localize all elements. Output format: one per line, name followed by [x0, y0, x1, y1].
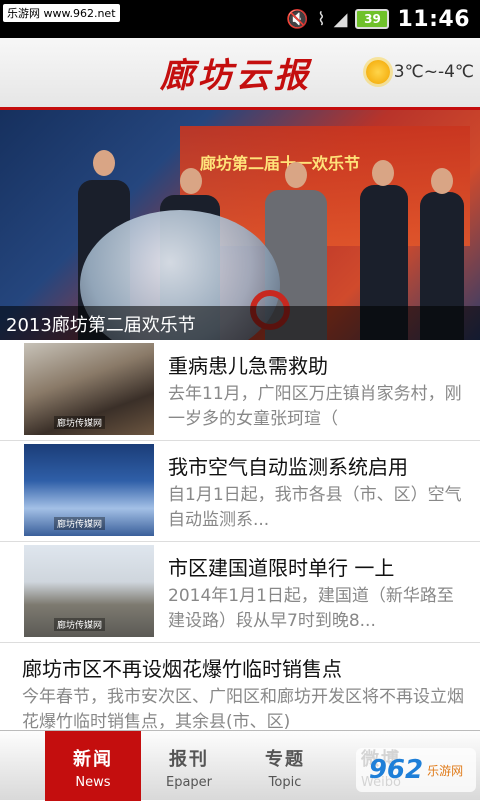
news-summary: 自1月1日起，我市各县（市、区）空气自动监测系... — [168, 485, 462, 530]
status-icons: 🔇 ⌇ ◢ 39 11:46 — [286, 5, 470, 33]
tab-label-cn: 报刊 — [169, 749, 209, 770]
thumbnail-watermark: 廊坊传媒网 — [54, 618, 106, 631]
hero-person-head — [372, 160, 394, 186]
sun-icon — [365, 60, 390, 84]
status-bar: 乐游网 www.962.net 🔇 ⌇ ◢ 39 11:46 — [0, 0, 480, 38]
site-watermark: 962 乐游网 — [356, 748, 476, 792]
news-summary: 2014年1月1日起，建国道（新华路至建设路）段从早7时到晚8... — [168, 586, 454, 631]
news-summary: 今年春节，我市安次区、广阳区和廊坊开发区将不再设立烟花爆竹临时销售点，其余县(市… — [22, 687, 464, 730]
list-item[interactable]: 廊坊传媒网 重病患儿急需救助 去年11月，广阳区万庄镇肖家务村，刚一岁多的女童张… — [0, 340, 480, 441]
watermark-sub: 乐游网 — [427, 763, 464, 778]
list-item[interactable]: 廊坊市区不再设烟花爆竹临时销售点 今年春节，我市安次区、广阳区和廊坊开发区将不再… — [0, 643, 480, 730]
mute-icon: 🔇 — [286, 8, 309, 30]
hero-person-head — [180, 168, 202, 194]
news-title: 重病患儿急需救助 — [168, 354, 328, 378]
tab-label-en: Epaper — [165, 775, 213, 790]
news-title: 市区建国道限时单行 一上 — [168, 556, 395, 580]
news-thumbnail: 廊坊传媒网 — [24, 343, 154, 435]
signal-icon: ◢ — [333, 8, 348, 30]
thumbnail-watermark: 廊坊传媒网 — [54, 517, 106, 530]
news-list: 廊坊传媒网 重病患儿急需救助 去年11月，广阳区万庄镇肖家务村，刚一岁多的女童张… — [0, 340, 480, 730]
news-summary: 去年11月，广阳区万庄镇肖家务村，刚一岁多的女童张珂瑄（ — [168, 384, 462, 429]
thumbnail-watermark: 廊坊传媒网 — [54, 416, 106, 429]
temperature-label: 3℃~-4℃ — [393, 62, 474, 82]
app-header: 廊坊云报 3℃~-4℃ — [0, 38, 480, 110]
hero-person-head — [93, 150, 115, 176]
clock: 11:46 — [397, 6, 470, 32]
watermark-label: 乐游网 www.962.net — [3, 4, 120, 22]
tab-label-cn: 专题 — [265, 749, 305, 770]
hero-person-head — [431, 168, 453, 194]
hero-caption: 2013廊坊第二届欢乐节 — [0, 306, 480, 340]
tab-label-en: News — [75, 775, 111, 790]
hero-person-head — [285, 162, 307, 188]
watermark-main: 962 — [368, 755, 424, 785]
tab-label-cn: 新闻 — [73, 749, 113, 770]
news-title: 我市空气自动监测系统启用 — [168, 455, 408, 479]
battery-level: 39 — [364, 12, 381, 26]
tab-label-en: Topic — [268, 775, 302, 790]
tab-news[interactable]: 新闻 News — [45, 731, 141, 801]
weather-widget[interactable]: 3℃~-4℃ — [365, 60, 474, 84]
news-title: 廊坊市区不再设烟花爆竹临时销售点 — [22, 657, 342, 681]
tab-topic[interactable]: 专题 Topic — [237, 731, 333, 801]
list-item[interactable]: 廊坊传媒网 市区建国道限时单行 一上 2014年1月1日起，建国道（新华路至建设… — [0, 542, 480, 643]
hero-banner[interactable]: 廊坊第二届十一欢乐节 2013廊坊第二届欢乐节 — [0, 110, 480, 340]
battery-icon: 39 — [355, 9, 390, 29]
wifi-icon: ⌇ — [316, 8, 326, 30]
list-item[interactable]: 廊坊传媒网 我市空气自动监测系统启用 自1月1日起，我市各县（市、区）空气自动监… — [0, 441, 480, 542]
news-thumbnail: 廊坊传媒网 — [24, 545, 154, 637]
stage-banner-text: 廊坊第二届十一欢乐节 — [200, 154, 361, 173]
tab-epaper[interactable]: 报刊 Epaper — [141, 731, 237, 801]
news-thumbnail: 廊坊传媒网 — [24, 444, 154, 536]
app-logo: 廊坊云报 — [160, 56, 312, 96]
